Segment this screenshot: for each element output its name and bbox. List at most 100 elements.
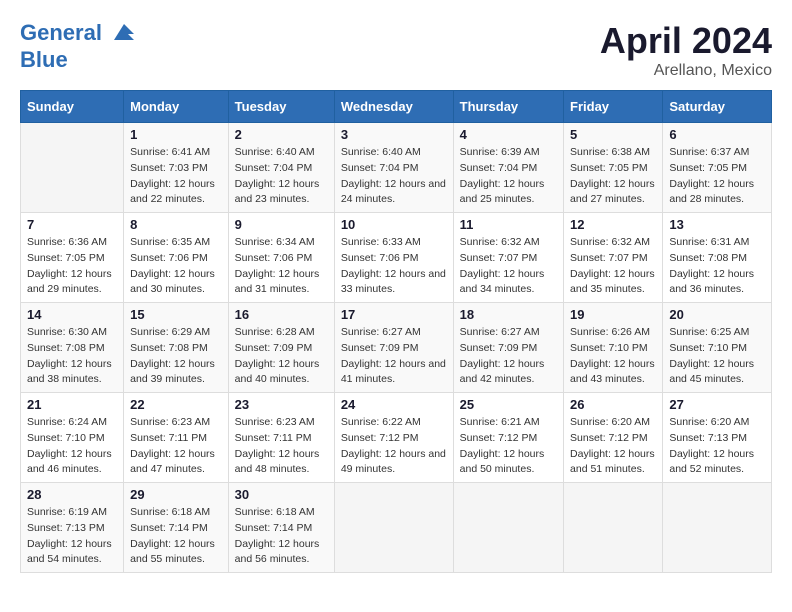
day-number: 20 xyxy=(669,307,765,322)
week-row-1: 1 Sunrise: 6:41 AMSunset: 7:03 PMDaylight… xyxy=(21,123,772,213)
day-cell: 21Sunrise: 6:24 AMSunset: 7:10 PMDayligh… xyxy=(21,393,124,483)
day-info: Sunrise: 6:26 AMSunset: 7:10 PMDaylight:… xyxy=(570,325,656,388)
day-info: Sunrise: 6:27 AMSunset: 7:09 PMDaylight:… xyxy=(460,325,557,388)
day-info: Sunrise: 6:23 AMSunset: 7:11 PMDaylight:… xyxy=(130,415,222,478)
day-cell xyxy=(663,483,772,573)
day-info: Sunrise: 6:41 AMSunset: 7:03 PMDaylight:… xyxy=(130,145,222,208)
day-number: 18 xyxy=(460,307,557,322)
day-info: Sunrise: 6:22 AMSunset: 7:12 PMDaylight:… xyxy=(341,415,447,478)
logo: General Blue xyxy=(20,20,138,72)
day-cell: 15Sunrise: 6:29 AMSunset: 7:08 PMDayligh… xyxy=(124,303,229,393)
day-info: Sunrise: 6:32 AMSunset: 7:07 PMDaylight:… xyxy=(460,235,557,298)
day-number: 6 xyxy=(669,127,765,142)
day-cell: 17Sunrise: 6:27 AMSunset: 7:09 PMDayligh… xyxy=(334,303,453,393)
day-info: Sunrise: 6:40 AMSunset: 7:04 PMDaylight:… xyxy=(341,145,447,208)
day-info: Sunrise: 6:34 AMSunset: 7:06 PMDaylight:… xyxy=(235,235,328,298)
day-cell: 22Sunrise: 6:23 AMSunset: 7:11 PMDayligh… xyxy=(124,393,229,483)
day-info: Sunrise: 6:30 AMSunset: 7:08 PMDaylight:… xyxy=(27,325,117,388)
day-number: 7 xyxy=(27,217,117,232)
day-number: 4 xyxy=(460,127,557,142)
header-monday: Monday xyxy=(124,91,229,123)
header-tuesday: Tuesday xyxy=(228,91,334,123)
day-cell xyxy=(453,483,563,573)
day-number: 10 xyxy=(341,217,447,232)
day-info: Sunrise: 6:21 AMSunset: 7:12 PMDaylight:… xyxy=(460,415,557,478)
day-number: 13 xyxy=(669,217,765,232)
day-number: 5 xyxy=(570,127,656,142)
calendar-subtitle: Arellano, Mexico xyxy=(600,62,772,80)
day-number: 19 xyxy=(570,307,656,322)
day-cell: 25 Sunrise: 6:21 AMSunset: 7:12 PMDayligh… xyxy=(453,393,563,483)
day-info: Sunrise: 6:40 AMSunset: 7:04 PMDaylight:… xyxy=(235,145,328,208)
day-cell: 30Sunrise: 6:18 AMSunset: 7:14 PMDayligh… xyxy=(228,483,334,573)
calendar-table: SundayMondayTuesdayWednesdayThursdayFrid… xyxy=(20,90,772,573)
day-cell: 12 Sunrise: 6:32 AMSunset: 7:07 PMDayligh… xyxy=(564,213,663,303)
logo-blue-text: Blue xyxy=(20,48,138,72)
day-info: Sunrise: 6:24 AMSunset: 7:10 PMDaylight:… xyxy=(27,415,117,478)
day-info: Sunrise: 6:27 AMSunset: 7:09 PMDaylight:… xyxy=(341,325,447,388)
day-number: 28 xyxy=(27,487,117,502)
day-cell: 7 Sunrise: 6:36 AMSunset: 7:05 PMDaylight… xyxy=(21,213,124,303)
week-row-3: 14 Sunrise: 6:30 AMSunset: 7:08 PMDayligh… xyxy=(21,303,772,393)
day-cell: 5 Sunrise: 6:38 AMSunset: 7:05 PMDaylight… xyxy=(564,123,663,213)
day-info: Sunrise: 6:32 AMSunset: 7:07 PMDaylight:… xyxy=(570,235,656,298)
header-sunday: Sunday xyxy=(21,91,124,123)
header-thursday: Thursday xyxy=(453,91,563,123)
day-number: 2 xyxy=(235,127,328,142)
day-info: Sunrise: 6:18 AMSunset: 7:14 PMDaylight:… xyxy=(130,505,222,568)
day-number: 12 xyxy=(570,217,656,232)
page-header: General Blue April 2024 Arellano, Mexico xyxy=(20,20,772,80)
header-wednesday: Wednesday xyxy=(334,91,453,123)
day-cell: 27 Sunrise: 6:20 AMSunset: 7:13 PMDayligh… xyxy=(663,393,772,483)
day-info: Sunrise: 6:20 AMSunset: 7:12 PMDaylight:… xyxy=(570,415,656,478)
day-number: 14 xyxy=(27,307,117,322)
day-number: 1 xyxy=(130,127,222,142)
day-info: Sunrise: 6:29 AMSunset: 7:08 PMDaylight:… xyxy=(130,325,222,388)
day-cell: 23 Sunrise: 6:23 AMSunset: 7:11 PMDayligh… xyxy=(228,393,334,483)
title-block: April 2024 Arellano, Mexico xyxy=(600,20,772,80)
day-number: 9 xyxy=(235,217,328,232)
day-cell: 1 Sunrise: 6:41 AMSunset: 7:03 PMDaylight… xyxy=(124,123,229,213)
calendar-header-row: SundayMondayTuesdayWednesdayThursdayFrid… xyxy=(21,91,772,123)
day-info: Sunrise: 6:23 AMSunset: 7:11 PMDaylight:… xyxy=(235,415,328,478)
day-info: Sunrise: 6:36 AMSunset: 7:05 PMDaylight:… xyxy=(27,235,117,298)
day-cell: 24Sunrise: 6:22 AMSunset: 7:12 PMDayligh… xyxy=(334,393,453,483)
logo-text: General xyxy=(20,20,138,48)
day-info: Sunrise: 6:28 AMSunset: 7:09 PMDaylight:… xyxy=(235,325,328,388)
day-cell: 3 Sunrise: 6:40 AMSunset: 7:04 PMDaylight… xyxy=(334,123,453,213)
week-row-5: 28 Sunrise: 6:19 AMSunset: 7:13 PMDayligh… xyxy=(21,483,772,573)
day-cell: 19 Sunrise: 6:26 AMSunset: 7:10 PMDayligh… xyxy=(564,303,663,393)
day-number: 26 xyxy=(570,397,656,412)
day-cell: 16 Sunrise: 6:28 AMSunset: 7:09 PMDayligh… xyxy=(228,303,334,393)
day-cell: 28 Sunrise: 6:19 AMSunset: 7:13 PMDayligh… xyxy=(21,483,124,573)
day-cell: 11 Sunrise: 6:32 AMSunset: 7:07 PMDayligh… xyxy=(453,213,563,303)
day-info: Sunrise: 6:35 AMSunset: 7:06 PMDaylight:… xyxy=(130,235,222,298)
day-cell xyxy=(564,483,663,573)
calendar-title: April 2024 xyxy=(600,20,772,62)
week-row-4: 21Sunrise: 6:24 AMSunset: 7:10 PMDayligh… xyxy=(21,393,772,483)
day-number: 25 xyxy=(460,397,557,412)
day-info: Sunrise: 6:20 AMSunset: 7:13 PMDaylight:… xyxy=(669,415,765,478)
day-number: 11 xyxy=(460,217,557,232)
day-number: 30 xyxy=(235,487,328,502)
day-info: Sunrise: 6:38 AMSunset: 7:05 PMDaylight:… xyxy=(570,145,656,208)
day-cell: 6 Sunrise: 6:37 AMSunset: 7:05 PMDaylight… xyxy=(663,123,772,213)
day-number: 16 xyxy=(235,307,328,322)
day-number: 27 xyxy=(669,397,765,412)
day-cell: 26 Sunrise: 6:20 AMSunset: 7:12 PMDayligh… xyxy=(564,393,663,483)
day-number: 23 xyxy=(235,397,328,412)
day-info: Sunrise: 6:37 AMSunset: 7:05 PMDaylight:… xyxy=(669,145,765,208)
day-cell xyxy=(21,123,124,213)
day-cell xyxy=(334,483,453,573)
day-cell: 18 Sunrise: 6:27 AMSunset: 7:09 PMDayligh… xyxy=(453,303,563,393)
day-info: Sunrise: 6:33 AMSunset: 7:06 PMDaylight:… xyxy=(341,235,447,298)
day-cell: 13Sunrise: 6:31 AMSunset: 7:08 PMDayligh… xyxy=(663,213,772,303)
day-number: 29 xyxy=(130,487,222,502)
day-cell: 20Sunrise: 6:25 AMSunset: 7:10 PMDayligh… xyxy=(663,303,772,393)
day-cell: 29 Sunrise: 6:18 AMSunset: 7:14 PMDayligh… xyxy=(124,483,229,573)
day-info: Sunrise: 6:19 AMSunset: 7:13 PMDaylight:… xyxy=(27,505,117,568)
day-cell: 14 Sunrise: 6:30 AMSunset: 7:08 PMDayligh… xyxy=(21,303,124,393)
day-number: 3 xyxy=(341,127,447,142)
day-cell: 2 Sunrise: 6:40 AMSunset: 7:04 PMDaylight… xyxy=(228,123,334,213)
day-cell: 8Sunrise: 6:35 AMSunset: 7:06 PMDaylight… xyxy=(124,213,229,303)
